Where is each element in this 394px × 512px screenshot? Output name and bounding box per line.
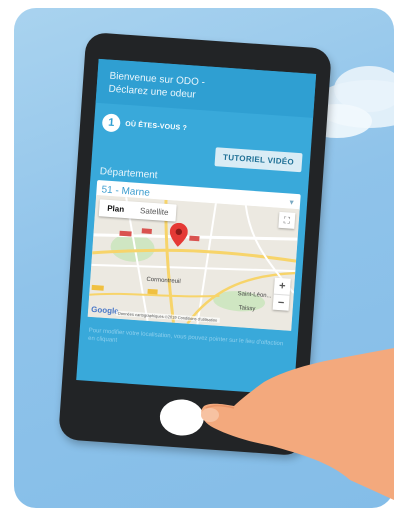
map-tab-plan[interactable]: Plan	[99, 199, 133, 218]
step-label: OÙ ÊTES-VOUS ?	[124, 120, 188, 132]
location-map[interactable]: Plan Satellite ⛶ Cormontreuil Saint-Léon…	[87, 194, 300, 331]
zoom-in-button[interactable]: +	[274, 278, 291, 295]
google-logo: Google	[90, 304, 119, 316]
chevron-down-icon: ▼	[287, 198, 296, 207]
hand-illustration	[201, 348, 394, 500]
step-number: 1	[101, 113, 121, 133]
zoom-out-button[interactable]: −	[272, 293, 290, 311]
place-label-taissy: Taissy	[238, 305, 256, 313]
map-pin-icon[interactable]	[169, 222, 189, 247]
fullscreen-icon[interactable]: ⛶	[278, 211, 296, 229]
zoom-controls: + −	[272, 277, 291, 311]
map-tab-satellite[interactable]: Satellite	[132, 202, 178, 222]
